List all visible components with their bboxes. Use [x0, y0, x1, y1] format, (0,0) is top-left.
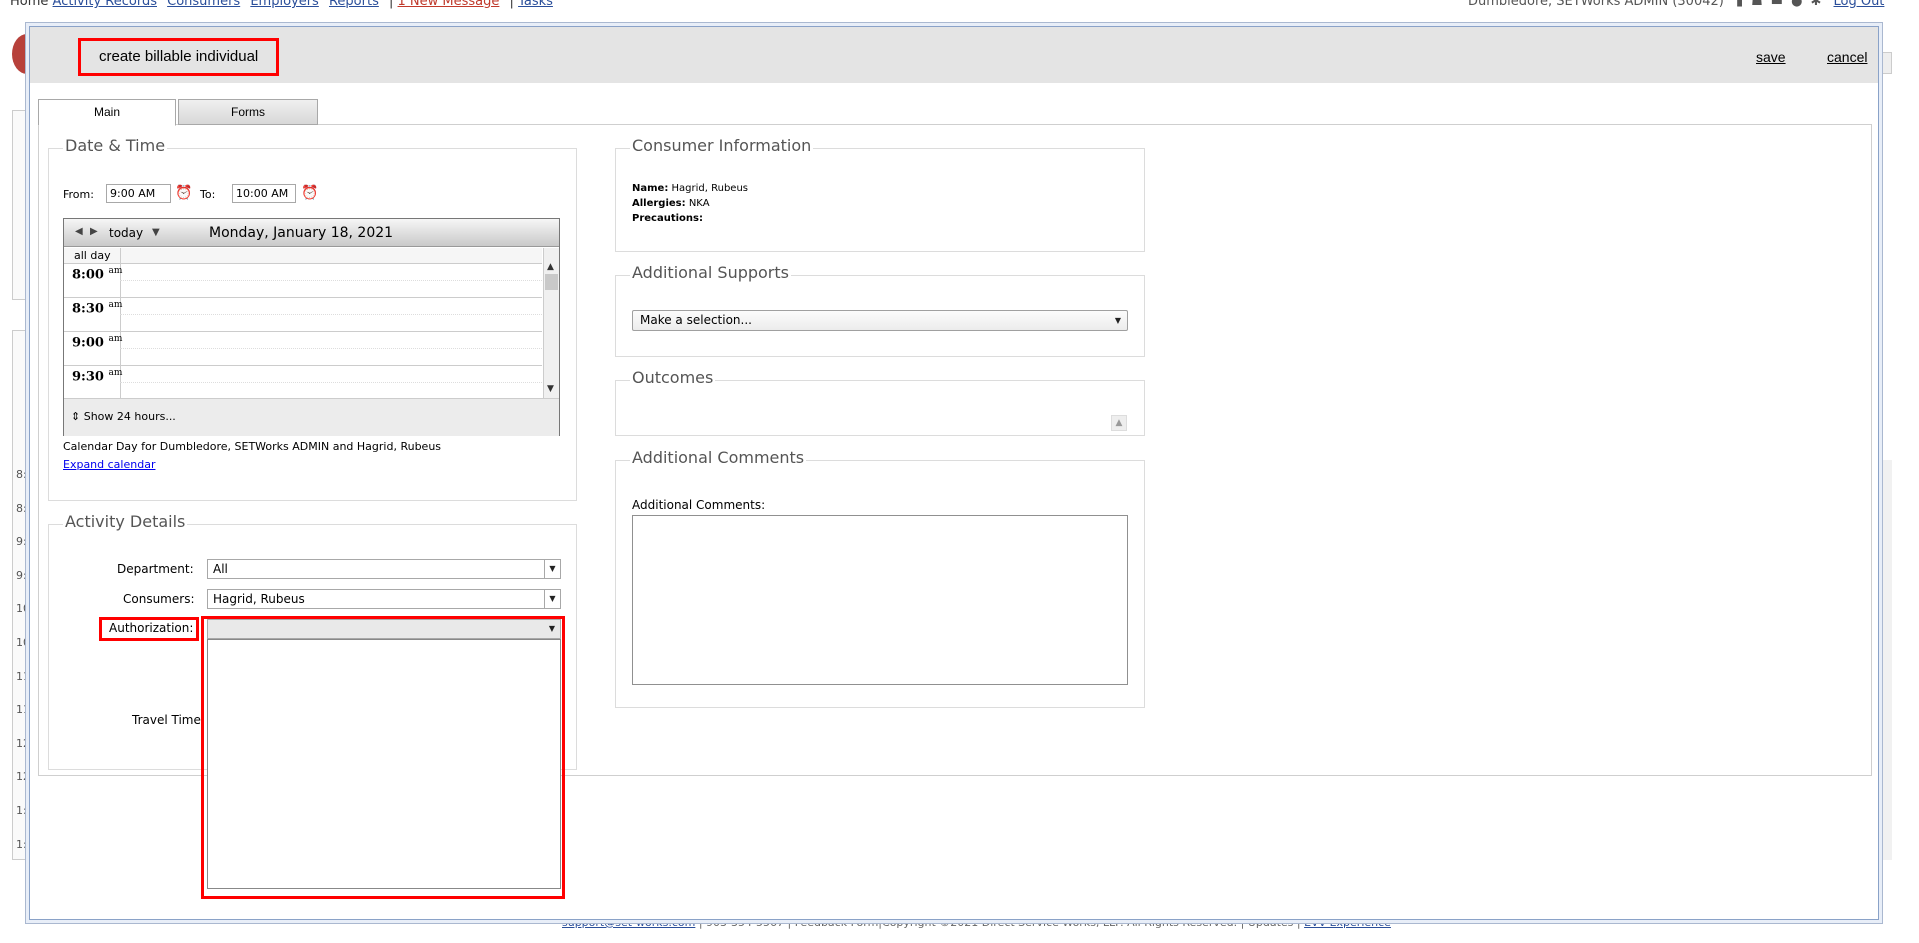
today-button[interactable]: today [109, 226, 143, 240]
logout-link[interactable]: Log Out [1833, 0, 1884, 9]
calendar-grid[interactable]: all day 8:00 am 8:30 am 9:00 am 9:30 am [64, 248, 542, 398]
travel-time-label: Travel Time [132, 713, 201, 727]
department-label: Department: [117, 562, 194, 576]
consumer-allergies: Allergies: NKA [632, 198, 710, 209]
outcomes-legend: Outcomes [630, 368, 716, 387]
time-slot-row[interactable]: 9:00 am [64, 332, 542, 366]
gear-icon[interactable]: ✱ [1810, 0, 1829, 9]
time-slot-row[interactable]: 9:30 am [64, 366, 542, 398]
time-slot-row[interactable]: 8:30 am [64, 298, 542, 332]
day-calendar: ◀ ▶ today ▼ Monday, January 18, 2021 all… [63, 218, 560, 436]
consumers-label: Consumers: [123, 592, 195, 606]
all-day-row[interactable]: all day [64, 248, 542, 398]
user-info: Dumbledore, SETWorks ADMIN (30042) [1468, 0, 1724, 9]
chevron-down-icon: ▼ [544, 590, 560, 608]
tab-forms[interactable]: Forms [178, 99, 318, 125]
expand-arrows-icon: ⇕ [71, 410, 81, 423]
from-label: From: [63, 188, 94, 201]
outcomes-section: Outcomes [615, 368, 1145, 436]
chevron-down-icon: ▼ [544, 560, 560, 578]
nav-consumers[interactable]: Consumers [167, 0, 240, 9]
background-nav: Home Activity Records Consumers Employer… [0, 0, 1919, 12]
activity-details-legend: Activity Details [63, 512, 188, 531]
alarm-clock-icon[interactable]: ⏰ [175, 185, 192, 201]
toolbar-icons: ▮☗▬●✱ [1736, 0, 1829, 8]
nav-employers[interactable]: Employers [250, 0, 319, 9]
user-area: Dumbledore, SETWorks ADMIN (30042) ▮☗▬●✱… [1468, 0, 1884, 8]
consumer-name: Name: Hagrid, Rubeus [632, 183, 748, 194]
building-icon[interactable]: ▮ [1736, 0, 1751, 9]
calendar-header: ◀ ▶ today ▼ Monday, January 18, 2021 [64, 219, 559, 247]
consumer-info-legend: Consumer Information [630, 136, 814, 155]
all-day-label: all day [74, 249, 111, 262]
mail-icon[interactable]: ▬ [1771, 0, 1791, 9]
background-scrollbar[interactable] [1878, 460, 1892, 860]
alarm-clock-icon[interactable]: ⏰ [301, 185, 318, 201]
nav-home[interactable]: Home [10, 0, 48, 9]
scroll-thumb[interactable] [545, 274, 558, 290]
calendar-caption: Calendar Day for Dumbledore, SETWorks AD… [63, 440, 442, 453]
outcomes-scroll-up-icon[interactable]: ▲ [1111, 415, 1127, 431]
date-time-legend: Date & Time [63, 136, 168, 155]
nav-tasks[interactable]: Tasks [518, 0, 553, 9]
from-time-input[interactable]: 9:00 AM [106, 184, 171, 203]
consumers-select[interactable]: Hagrid, Rubeus ▼ [207, 589, 561, 609]
chevron-down-icon: ▼ [1114, 316, 1121, 325]
consumer-precautions: Precautions: [632, 213, 703, 224]
to-label: To: [200, 188, 216, 201]
additional-comments-textarea[interactable] [632, 515, 1128, 685]
scroll-down-icon[interactable]: ▼ [547, 384, 554, 394]
dialog-title: create billable individual [78, 38, 280, 76]
time-slot-row[interactable]: 8:00 am [64, 264, 542, 298]
cancel-button[interactable]: cancel [1827, 49, 1867, 65]
show-24-hours-button[interactable]: ⇕ Show 24 hours... [71, 410, 176, 423]
nav-reports[interactable]: Reports [329, 0, 379, 9]
calendar-date: Monday, January 18, 2021 [209, 225, 394, 241]
info-icon[interactable]: ● [1791, 0, 1810, 9]
next-day-icon[interactable]: ▶ [90, 226, 98, 237]
prev-day-icon[interactable]: ◀ [75, 226, 83, 237]
background-scroll-stub [1878, 52, 1892, 74]
users-icon[interactable]: ☗ [1751, 0, 1771, 9]
scroll-up-icon[interactable]: ▲ [547, 262, 554, 272]
nav-links: Home Activity Records Consumers Employer… [10, 0, 559, 8]
to-time-input[interactable]: 10:00 AM [232, 184, 296, 203]
additional-supports-legend: Additional Supports [630, 263, 791, 282]
chevron-down-icon[interactable]: ▼ [152, 227, 160, 238]
department-select[interactable]: All ▼ [207, 559, 561, 579]
additional-comments-legend: Additional Comments [630, 448, 807, 467]
nav-activity-records[interactable]: Activity Records [53, 0, 157, 9]
nav-new-message[interactable]: 1 New Message [398, 0, 500, 9]
calendar-scrollbar[interactable]: ▲ ▼ [543, 248, 559, 398]
calendar-footer: ⇕ Show 24 hours... [64, 398, 559, 436]
expand-calendar-link[interactable]: Expand calendar [63, 458, 155, 471]
tab-main[interactable]: Main [38, 99, 176, 126]
authorization-dropdown-highlight [201, 616, 565, 899]
dialog-header: create billable individual save cancel [30, 27, 1878, 83]
additional-supports-select[interactable]: Make a selection... ▼ [632, 310, 1128, 331]
authorization-label: Authorization: [109, 621, 194, 635]
save-button[interactable]: save [1756, 49, 1786, 65]
additional-comments-label: Additional Comments: [632, 498, 766, 512]
